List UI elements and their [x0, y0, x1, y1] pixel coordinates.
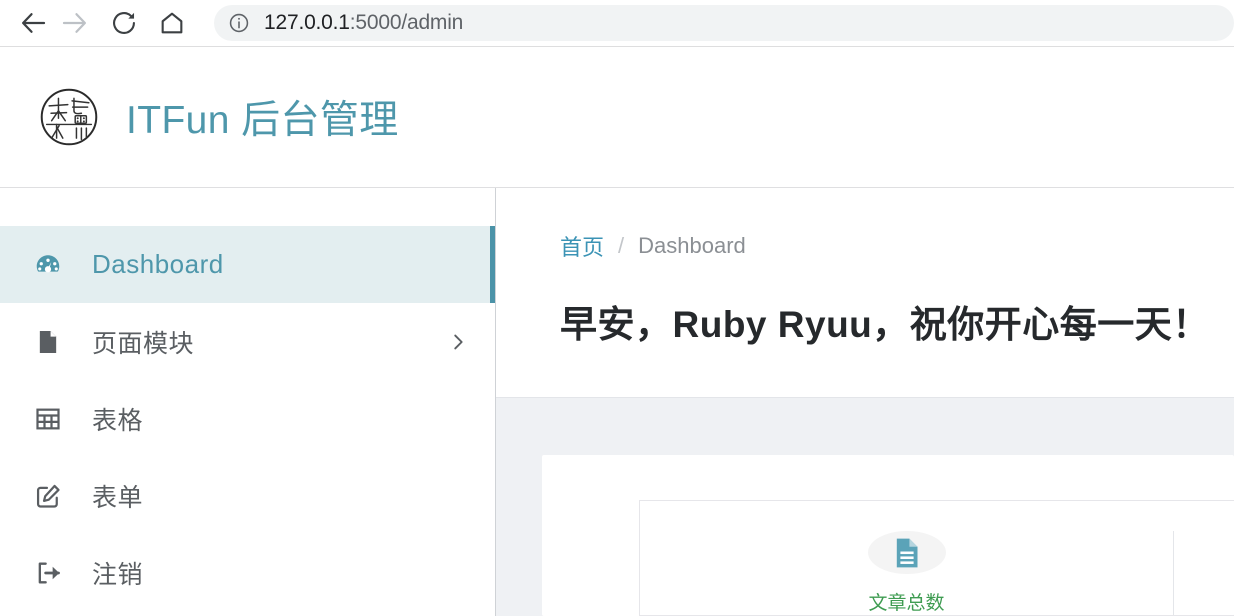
arrow-right-icon — [59, 8, 89, 38]
breadcrumb-home-link[interactable]: 首页 — [560, 230, 604, 262]
stat-label: 文章总数 — [868, 593, 945, 614]
url-text: 127.0.0.1:5000/admin — [264, 11, 463, 35]
main-header: 首页 / Dashboard 早安，Ruby Ryuu，祝你开心每一天！ — [496, 188, 1234, 398]
back-button[interactable] — [14, 3, 54, 43]
file-alt-icon — [867, 531, 946, 574]
main-content: 首页 / Dashboard 早安，Ruby Ryuu，祝你开心每一天！ 文章总… — [496, 188, 1234, 616]
file-icon — [30, 328, 66, 356]
tachometer-icon — [30, 250, 66, 280]
chevron-right-icon[interactable] — [447, 331, 469, 353]
reload-icon — [110, 9, 138, 37]
sidebar-item-label: 注销 — [92, 560, 144, 589]
greeting-heading: 早安，Ruby Ryuu，祝你开心每一天！ — [560, 304, 1210, 345]
sidebar-item-form[interactable]: 表单 — [0, 457, 495, 534]
url-host: 127.0.0.1 — [264, 11, 350, 34]
browser-toolbar: 127.0.0.1:5000/admin — [0, 0, 1234, 47]
sidebar-item-label: Dashboard — [92, 249, 224, 279]
app-header: ITFun 后台管理 — [0, 47, 1234, 188]
logout-icon — [30, 559, 66, 587]
info-circle-icon[interactable] — [228, 12, 250, 34]
home-icon — [158, 9, 186, 37]
sidebar-item-logout[interactable]: 注销 — [0, 534, 495, 611]
reload-button[interactable] — [104, 3, 144, 43]
sidebar-item-label: 表单 — [92, 483, 144, 512]
page-title: ITFun 后台管理 — [126, 99, 399, 142]
dashboard-card: 文章总数 — [542, 455, 1234, 616]
arrow-left-icon — [19, 8, 49, 38]
itfun-seal-logo[interactable] — [38, 86, 100, 148]
sidebar-item-dashboard[interactable]: Dashboard — [0, 226, 495, 303]
sidebar-item-page-modules[interactable]: 页面模块 — [0, 303, 495, 380]
home-button[interactable] — [152, 3, 192, 43]
breadcrumb-current: Dashboard — [638, 233, 746, 258]
stat-column[interactable]: 文章总数 — [640, 531, 1174, 615]
sidebar: Dashboard 页面模块 表格 表单 注销 — [0, 188, 496, 616]
table-icon — [30, 405, 66, 433]
sidebar-item-label: 页面模块 — [92, 329, 195, 358]
breadcrumb-separator: / — [618, 233, 625, 258]
dashboard-content-area: 文章总数 — [496, 398, 1234, 616]
sidebar-item-table[interactable]: 表格 — [0, 380, 495, 457]
sidebar-item-label: 表格 — [92, 406, 144, 435]
stats-panel: 文章总数 — [639, 500, 1234, 616]
breadcrumb: 首页 / Dashboard — [560, 230, 1234, 262]
address-bar[interactable]: 127.0.0.1:5000/admin — [214, 5, 1234, 41]
forward-button — [54, 3, 94, 43]
edit-icon — [30, 482, 66, 510]
app-body: Dashboard 页面模块 表格 表单 注销 首页 / Dashboard 早… — [0, 188, 1234, 616]
url-path: :5000/admin — [349, 11, 464, 34]
